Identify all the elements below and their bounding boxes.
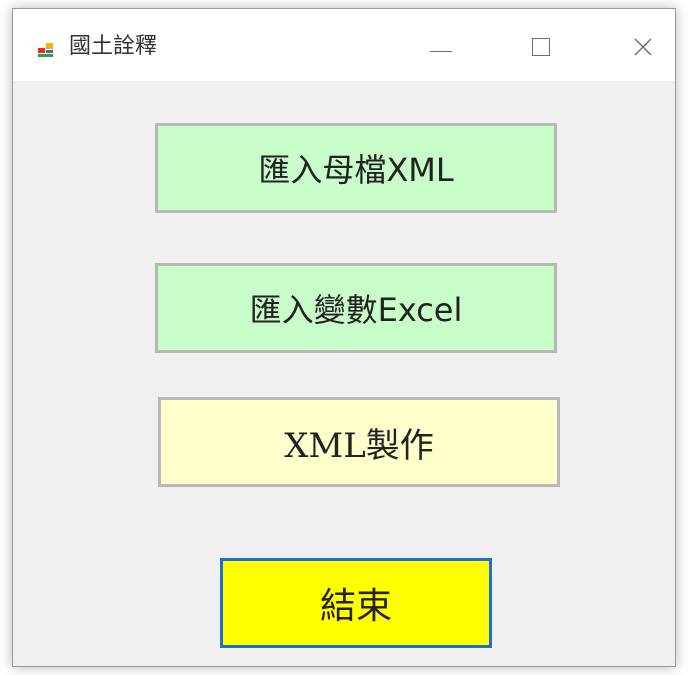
make-xml-button[interactable]: XML製作: [158, 397, 560, 487]
close-icon: [634, 38, 652, 56]
import-variables-excel-button[interactable]: 匯入變數Excel: [155, 263, 557, 353]
app-window: 國土詮釋 匯入母檔XML 匯入變數Excel XML製作 結束: [12, 8, 676, 667]
close-button[interactable]: [613, 23, 673, 71]
minimize-button[interactable]: [411, 23, 471, 71]
maximize-icon: [532, 38, 550, 56]
import-master-xml-label: 匯入母檔XML: [258, 151, 454, 189]
title-bar[interactable]: 國土詮釋: [13, 9, 675, 81]
minimize-icon: [430, 50, 452, 52]
end-button[interactable]: 結束: [220, 558, 492, 648]
app-form-icon[interactable]: [37, 41, 55, 59]
maximize-button[interactable]: [511, 23, 571, 71]
window-title: 國土詮釋: [69, 34, 158, 59]
end-label: 結束: [319, 586, 392, 627]
import-master-xml-button[interactable]: 匯入母檔XML: [155, 123, 557, 213]
make-xml-label: XML製作: [284, 425, 434, 466]
import-variables-excel-label: 匯入變數Excel: [249, 291, 463, 329]
